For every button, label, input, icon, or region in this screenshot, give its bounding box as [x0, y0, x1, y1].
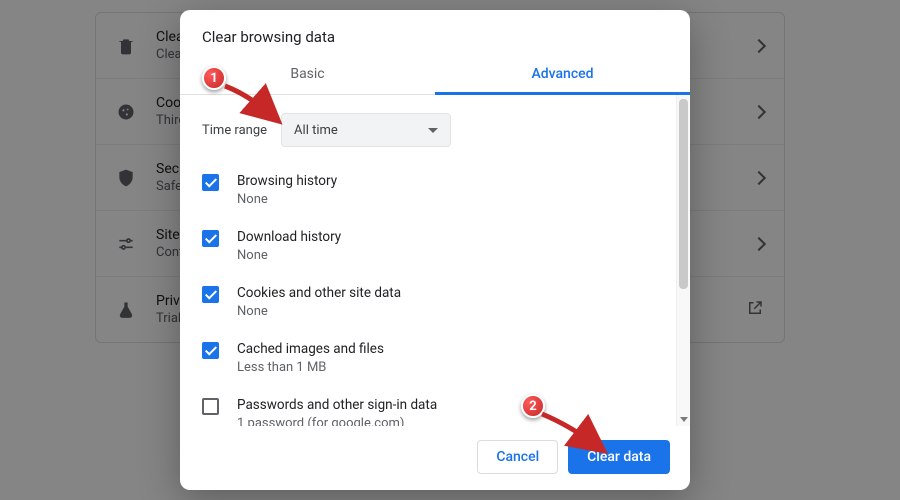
option-title: Download history	[237, 229, 664, 245]
dialog-tabs: Basic Advanced	[180, 56, 690, 95]
dialog-title: Clear browsing data	[180, 10, 690, 56]
option-browsing-history[interactable]: Browsing history None	[202, 165, 664, 221]
option-sub: None	[237, 192, 664, 207]
dialog-content: Time range All time Browsing history None…	[180, 95, 676, 426]
caret-down-icon	[428, 128, 438, 133]
checkbox-cookies[interactable]	[202, 286, 219, 303]
checkbox-download-history[interactable]	[202, 230, 219, 247]
option-title: Passwords and other sign-in data	[237, 397, 664, 413]
scrollbar-thumb[interactable]	[679, 99, 688, 289]
option-cookies[interactable]: Cookies and other site data None	[202, 277, 664, 333]
time-range-label: Time range	[202, 123, 267, 138]
dialog-footer: Cancel Clear data	[180, 426, 690, 490]
option-passwords[interactable]: Passwords and other sign-in data 1 passwo…	[202, 389, 664, 426]
option-sub: None	[237, 248, 664, 263]
option-title: Browsing history	[237, 173, 664, 189]
option-cached[interactable]: Cached images and files Less than 1 MB	[202, 333, 664, 389]
option-title: Cached images and files	[237, 341, 664, 357]
clear-browsing-data-dialog: Clear browsing data Basic Advanced Time …	[180, 10, 690, 490]
option-title: Cookies and other site data	[237, 285, 664, 301]
cancel-button[interactable]: Cancel	[477, 440, 558, 474]
option-sub: 1 password (for google.com)	[237, 416, 664, 426]
option-sub: None	[237, 304, 664, 319]
option-download-history[interactable]: Download history None	[202, 221, 664, 277]
checkbox-browsing-history[interactable]	[202, 174, 219, 191]
scrollbar[interactable]	[676, 95, 690, 426]
tab-advanced[interactable]: Advanced	[435, 56, 690, 94]
option-sub: Less than 1 MB	[237, 360, 664, 375]
time-range-value: All time	[294, 123, 338, 138]
checkbox-cached[interactable]	[202, 342, 219, 359]
time-range-dropdown[interactable]: All time	[281, 113, 451, 147]
clear-data-button[interactable]: Clear data	[568, 440, 670, 474]
scrollbar-down-arrow-icon[interactable]	[680, 417, 688, 422]
tab-basic[interactable]: Basic	[180, 56, 435, 94]
checkbox-passwords[interactable]	[202, 398, 219, 415]
